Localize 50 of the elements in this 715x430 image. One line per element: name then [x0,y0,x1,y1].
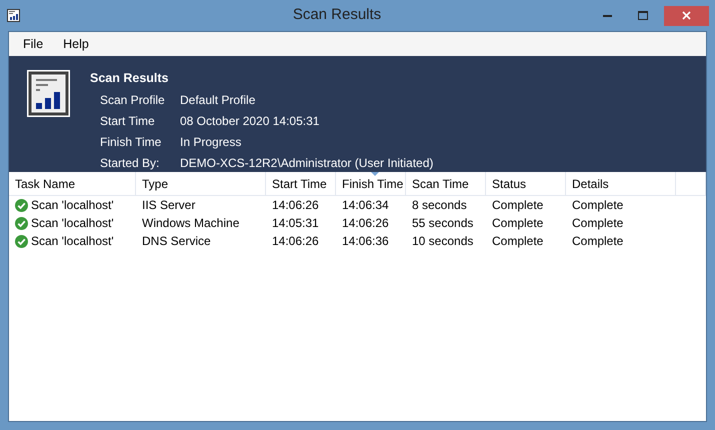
column-header[interactable]: Type [136,172,266,196]
menu-item[interactable]: File [15,34,52,54]
column-header[interactable]: Details [566,172,676,196]
field-label: Finish Time [100,134,162,151]
check-icon [15,216,28,230]
app-icon [7,9,20,22]
table-cell-text: 14:05:31 [271,215,320,232]
table-cell-text: 14:06:36 [341,233,390,250]
column-header[interactable]: Finish Time [336,172,406,196]
close-icon [682,11,691,20]
check-icon [15,234,28,248]
menu-item[interactable]: Help [55,34,97,54]
table-cell-text: Complete [491,233,544,250]
minimize-icon [603,14,612,16]
empty-column-header [676,172,706,196]
table-cell-text: Complete [571,215,624,232]
maximize-icon [638,11,648,20]
column-header[interactable]: Start Time [266,172,336,196]
close-button[interactable] [664,6,709,26]
field-label: Start Time [100,112,156,130]
report-title: Scan Results [90,70,170,87]
table-cell-text: 8 seconds [411,197,468,214]
table-cell-text: 14:06:26 [341,215,390,232]
table-cell-text: Complete [491,197,544,214]
table-cell-text: Complete [491,215,544,232]
table-cell-text: Windows Machine [141,215,240,232]
table-cell-text: Scan 'localhost' [31,197,114,214]
check-icon [15,198,28,212]
field-value: DEMO-XCS-12R2\Administrator (User Initiated) [179,154,434,172]
field-value: Default Profile [179,92,256,109]
field-label: Started By: [100,154,160,172]
report-chart-icon [27,70,70,117]
table-cell-text: IIS Server [141,197,196,214]
table-cell-text: Scan 'localhost' [31,215,114,232]
window-title: Scan Results [292,5,382,26]
table-cell-text: 14:06:26 [271,197,320,214]
table-cell-text: 14:06:26 [271,233,320,250]
table-cell-text: DNS Service [141,233,212,250]
table-cell-text: 55 seconds [411,215,474,232]
column-header[interactable]: Task Name [9,172,136,196]
table-cell-text: Complete [571,233,624,250]
column-header[interactable]: Scan Time [406,172,486,196]
column-header[interactable]: Status [486,172,566,196]
table-cell-text: Complete [571,197,624,214]
table-cell-text: Scan 'localhost' [31,233,114,250]
field-label: Scan Profile [100,92,166,109]
field-value: In Progress [179,134,242,151]
table-cell-text: 10 seconds [411,233,474,250]
field-value: 08 October 2020 14:05:31 [179,112,320,130]
table-cell-text: 14:06:34 [341,197,390,214]
